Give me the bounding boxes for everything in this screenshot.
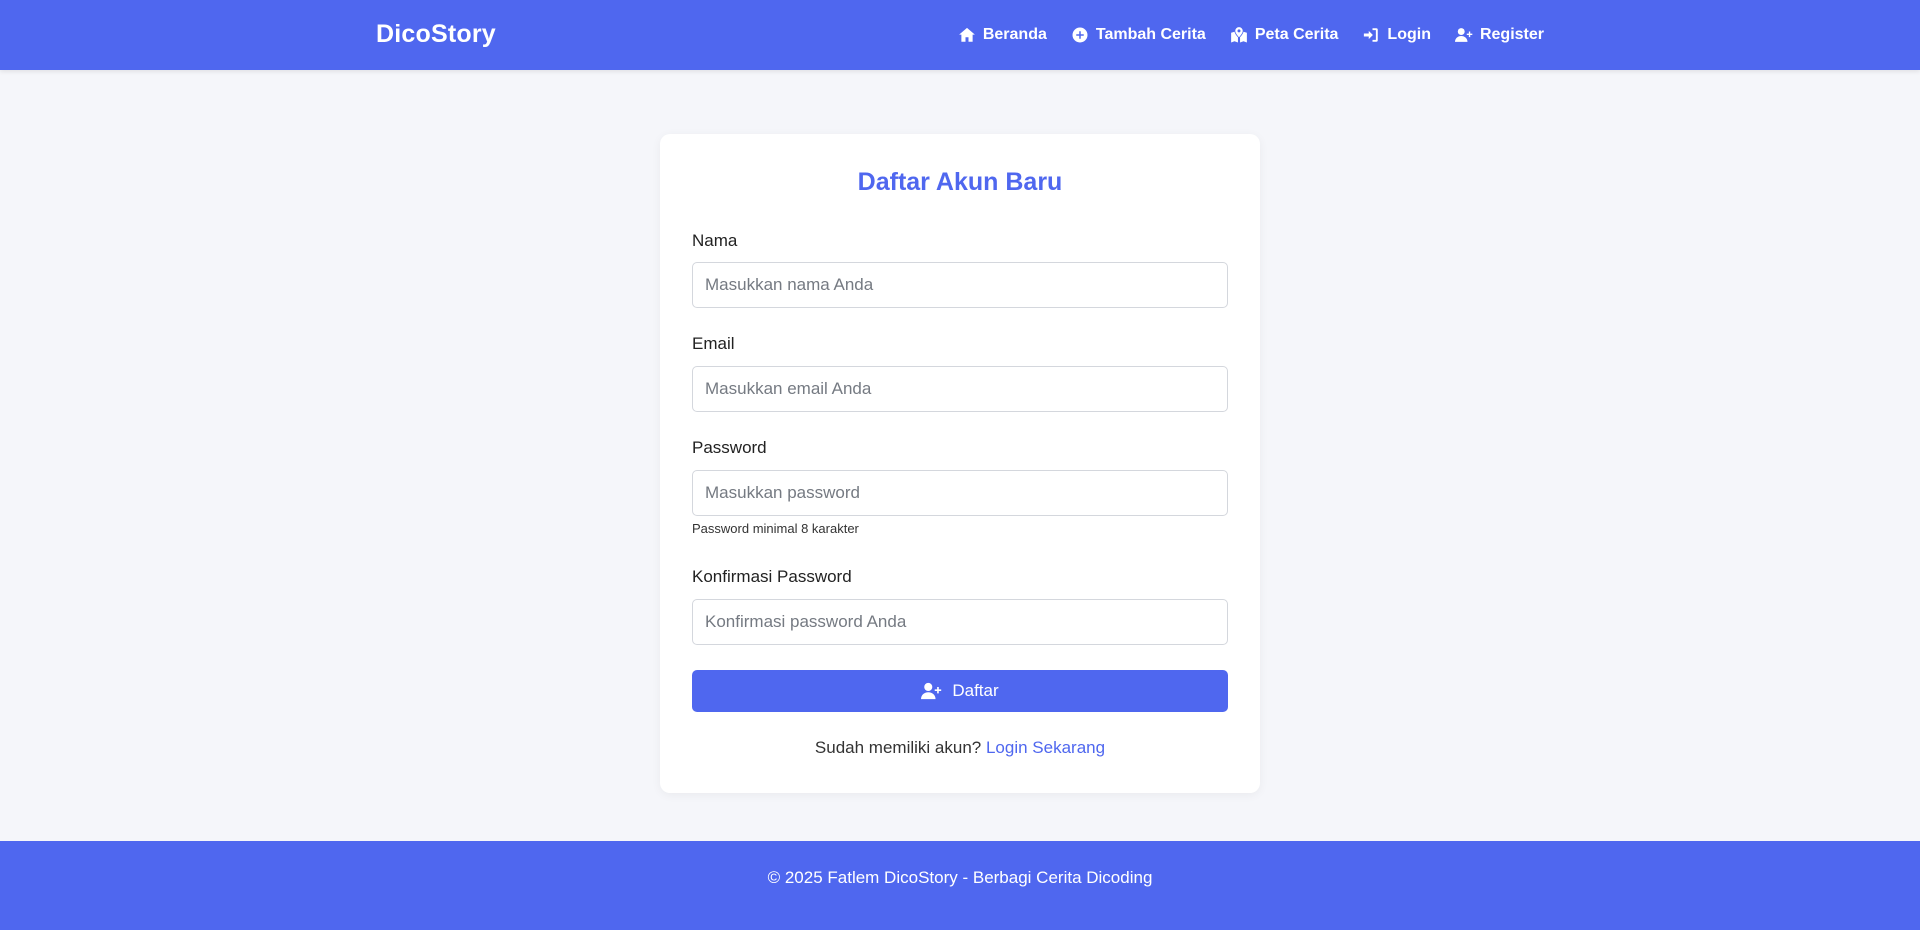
brand-logo[interactable]: DicoStory — [376, 20, 496, 49]
nav-item-label: Peta Cerita — [1254, 26, 1339, 43]
sign-in-icon — [1364, 28, 1379, 42]
home-icon — [958, 27, 975, 42]
password-input[interactable] — [692, 470, 1228, 516]
nav-item-tambah-cerita[interactable]: Tambah Cerita — [1071, 26, 1206, 44]
password-hint: Password minimal 8 karakter — [692, 521, 859, 536]
main-nav: Beranda Tambah Cerita Peta Cerita Login … — [958, 0, 1544, 70]
email-label: Email — [692, 334, 735, 353]
email-input[interactable] — [692, 366, 1228, 412]
login-prompt: Sudah memiliki akun? Login Sekarang — [660, 738, 1260, 758]
register-card: Daftar Akun Baru Nama Email Password Pas… — [660, 134, 1260, 793]
nav-item-label: Beranda — [982, 26, 1047, 43]
name-label: Nama — [692, 231, 738, 250]
navbar: DicoStory Beranda Tambah Cerita Peta Cer… — [0, 0, 1920, 70]
user-plus-icon — [921, 682, 942, 700]
nav-item-beranda[interactable]: Beranda — [958, 26, 1047, 44]
footer: © 2025 Fatlem DicoStory - Berbagi Cerita… — [0, 841, 1920, 930]
nav-item-label: Register — [1479, 26, 1544, 43]
map-icon — [1230, 27, 1247, 43]
login-prompt-text: Sudah memiliki akun? — [814, 738, 982, 757]
nav-item-label: Tambah Cerita — [1095, 26, 1206, 43]
register-button-label: Daftar — [952, 681, 999, 700]
confirm-password-label: Konfirmasi Password — [692, 567, 852, 586]
user-plus-icon — [1454, 28, 1473, 42]
login-now-link[interactable]: Login Sekarang — [986, 738, 1105, 757]
nav-item-register[interactable]: Register — [1454, 26, 1544, 44]
confirm-password-input[interactable] — [692, 599, 1228, 645]
name-input[interactable] — [692, 262, 1228, 308]
register-button[interactable]: Daftar — [692, 670, 1228, 712]
footer-copyright: © 2025 Fatlem DicoStory - Berbagi Cerita… — [767, 868, 1153, 887]
page-title: Daftar Akun Baru — [857, 168, 1063, 196]
nav-item-login[interactable]: Login — [1362, 26, 1431, 44]
password-label: Password — [692, 438, 767, 457]
nav-item-label: Login — [1387, 26, 1431, 43]
nav-item-peta-cerita[interactable]: Peta Cerita — [1230, 26, 1339, 44]
plus-circle-icon — [1072, 27, 1088, 43]
